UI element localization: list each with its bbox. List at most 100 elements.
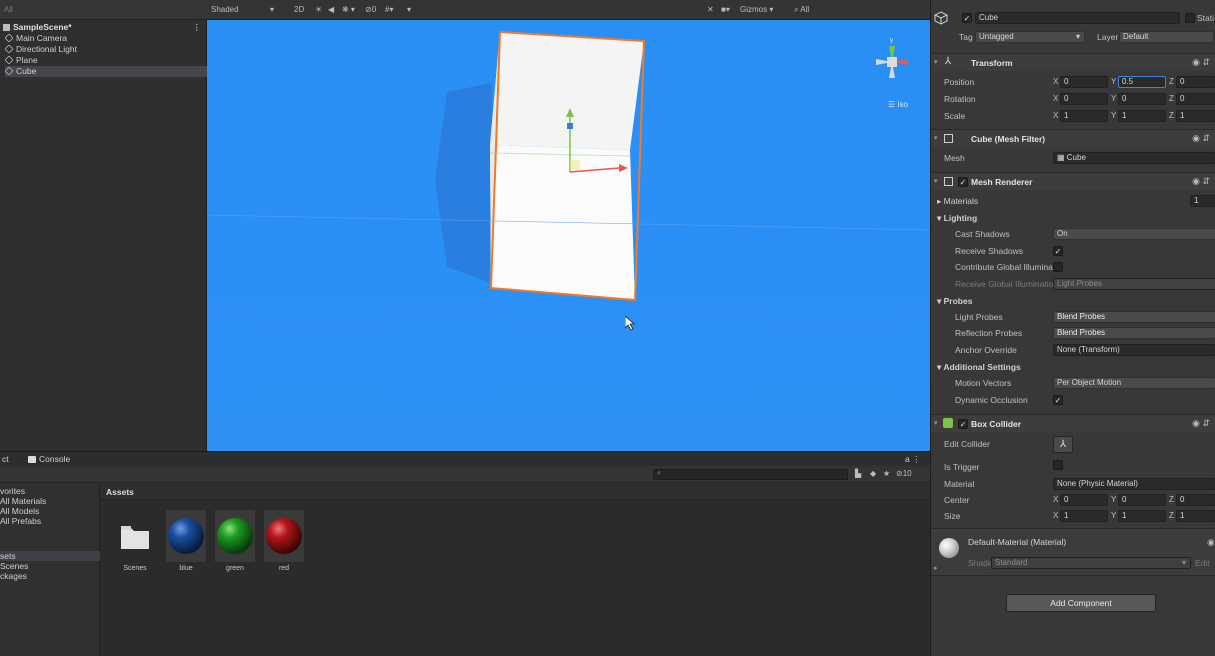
component-menu-icon[interactable]: ◉ ⇵	[1192, 176, 1210, 187]
asset-material-green[interactable]: green	[215, 510, 255, 572]
tab-console[interactable]: Console	[28, 454, 70, 464]
collider-material-field[interactable]: None (Physic Material)	[1053, 478, 1215, 490]
material-settings-icon[interactable]: ◉	[1207, 537, 1215, 548]
hierarchy-item-main-camera[interactable]: Main Camera	[4, 33, 207, 44]
object-name-field[interactable]: Cube	[975, 12, 1180, 24]
size-x-field[interactable]: 1	[1060, 510, 1108, 522]
shader-dropdown[interactable]: Standard ▾	[991, 557, 1191, 569]
lighting-toggle-icon[interactable]: ☀	[315, 5, 322, 14]
asset-material-blue[interactable]: blue	[166, 510, 206, 572]
scene-root[interactable]: SampleScene* ⋮	[3, 22, 207, 33]
hierarchy-item-directional-light[interactable]: Directional Light	[4, 44, 207, 55]
foldout-arrow-icon[interactable]: ▾	[934, 177, 938, 185]
chevron-down-icon[interactable]: ▾	[407, 5, 411, 14]
mesh-filter-header[interactable]: ▾ Cube (Mesh Filter) ◉ ⇵	[931, 129, 1215, 147]
filter-by-label-icon[interactable]: ◆	[870, 469, 876, 478]
kebab-menu-icon[interactable]: ⋮	[193, 22, 202, 33]
foldout-arrow-icon[interactable]: ▸	[934, 564, 938, 572]
asset-scenes-folder[interactable]: Scenes	[115, 510, 155, 572]
position-z-field[interactable]: 0	[1176, 76, 1215, 88]
reflection-probes-dropdown[interactable]: Blend Probes	[1053, 327, 1215, 339]
materials-size-field[interactable]: 1	[1190, 195, 1215, 207]
lock-icon[interactable]: a ⋮	[905, 454, 921, 465]
foldout-arrow-icon[interactable]: ▾	[934, 134, 938, 142]
layer-dropdown[interactable]: Default	[1119, 31, 1214, 43]
foldout-arrow-icon[interactable]: ▾	[934, 419, 938, 427]
center-x-field[interactable]: 0	[1060, 494, 1108, 506]
gizmos-dropdown[interactable]: Gizmos ▾	[740, 5, 773, 14]
effects-toggle-icon[interactable]: ❋ ▾	[342, 5, 355, 14]
active-checkbox[interactable]: ✓	[962, 13, 972, 23]
mesh-field[interactable]: ▦ Cube	[1053, 152, 1215, 164]
toggle-2d-button[interactable]: 2D	[294, 5, 304, 14]
mesh-renderer-header[interactable]: ▾ ✓ Mesh Renderer ◉ ⇵	[931, 172, 1215, 190]
tree-item-packages[interactable]: ckages	[0, 571, 100, 581]
asset-material-red[interactable]: red	[264, 510, 304, 572]
hierarchy-search[interactable]: All	[0, 0, 207, 20]
contribute-gi-checkbox[interactable]	[1053, 262, 1063, 272]
transform-header[interactable]: ▾ ⅄ Transform ◉ ⇵	[931, 53, 1215, 71]
component-menu-icon[interactable]: ◉ ⇵	[1192, 418, 1210, 429]
receive-shadows-checkbox[interactable]: ✓	[1053, 246, 1063, 256]
dynamic-occlusion-checkbox[interactable]: ✓	[1053, 395, 1063, 405]
tree-item-all-materials[interactable]: All Materials	[0, 496, 100, 506]
box-collider-enabled-checkbox[interactable]: ✓	[958, 419, 968, 429]
probes-foldout[interactable]: ▾ Probes	[937, 296, 972, 307]
light-probes-dropdown[interactable]: Blend Probes	[1053, 311, 1215, 323]
rotation-y-field[interactable]: 0	[1118, 93, 1166, 105]
rotation-z-field[interactable]: 0	[1176, 93, 1215, 105]
scene-canvas[interactable]	[207, 20, 930, 451]
center-y-field[interactable]: 0	[1118, 494, 1166, 506]
center-z-field[interactable]: 0	[1176, 494, 1215, 506]
tree-item-scenes[interactable]: Scenes	[0, 561, 100, 571]
size-y-field[interactable]: 1	[1118, 510, 1166, 522]
gizmo-z-handle[interactable]	[567, 123, 573, 129]
materials-foldout[interactable]: ▸ Materials	[937, 196, 978, 207]
size-z-field[interactable]: 1	[1176, 510, 1215, 522]
scale-z-field[interactable]: 1	[1176, 110, 1215, 122]
anchor-override-field[interactable]: None (Transform)	[1053, 344, 1215, 356]
static-checkbox[interactable]	[1185, 13, 1195, 23]
hidden-objects-icon[interactable]: ⊘0	[365, 5, 376, 14]
scale-y-field[interactable]: 1	[1118, 110, 1166, 122]
audio-toggle-icon[interactable]: ◀	[328, 5, 334, 14]
assets-header-label[interactable]: Assets	[106, 487, 134, 497]
gizmo-plane-handle[interactable]	[570, 160, 580, 170]
scene-search[interactable]: ⌕ All	[794, 5, 809, 15]
tag-dropdown[interactable]: Untagged ▾	[975, 31, 1085, 43]
lighting-foldout[interactable]: ▾ Lighting	[937, 213, 977, 224]
projection-toggle[interactable]: ☰ Iso	[888, 100, 908, 109]
additional-settings-foldout[interactable]: ▾ Additional Settings	[937, 362, 1021, 373]
favorite-star-icon[interactable]: ★	[883, 469, 890, 478]
foldout-arrow-icon[interactable]: ▾	[934, 58, 938, 66]
rotation-x-field[interactable]: 0	[1060, 93, 1108, 105]
filter-by-type-icon[interactable]: ▙	[855, 469, 861, 478]
edit-collider-button[interactable]: ⅄	[1053, 436, 1073, 453]
shader-edit-button[interactable]: Edit	[1195, 558, 1210, 568]
component-menu-icon[interactable]: ◉ ⇵	[1192, 57, 1210, 68]
project-search-input[interactable]: ⌕	[653, 469, 848, 480]
add-component-button[interactable]: Add Component	[1006, 594, 1156, 612]
shading-mode-dropdown[interactable]: Shaded	[211, 5, 239, 14]
tree-item-all-prefabs[interactable]: All Prefabs	[0, 516, 100, 526]
tree-item-all-models[interactable]: All Models	[0, 506, 100, 516]
camera-settings-icon[interactable]: ■▾	[721, 5, 730, 14]
motion-vectors-dropdown[interactable]: Per Object Motion	[1053, 377, 1215, 389]
hidden-packages-icon[interactable]: ⊘10	[896, 469, 912, 478]
tree-item-assets[interactable]: sets	[0, 551, 100, 561]
hierarchy-item-plane[interactable]: Plane	[4, 55, 207, 66]
tools-icon[interactable]: ✕	[707, 5, 714, 14]
position-y-field[interactable]: 0.5	[1118, 76, 1166, 88]
orientation-gizmo[interactable]: y	[872, 32, 912, 92]
cast-shadows-dropdown[interactable]: On	[1053, 228, 1215, 240]
component-menu-icon[interactable]: ◉ ⇵	[1192, 133, 1210, 144]
scale-x-field[interactable]: 1	[1060, 110, 1108, 122]
chevron-down-icon[interactable]: ▾	[270, 5, 274, 14]
is-trigger-checkbox[interactable]	[1053, 460, 1063, 470]
grid-toggle-icon[interactable]: #▾	[385, 5, 393, 14]
mesh-renderer-enabled-checkbox[interactable]: ✓	[958, 177, 968, 187]
position-x-field[interactable]: 0	[1060, 76, 1108, 88]
box-collider-header[interactable]: ▾ ✓ Box Collider ◉ ⇵	[931, 414, 1215, 432]
tab-project[interactable]: ct	[2, 454, 9, 464]
tree-item-favorites[interactable]: vorites	[0, 486, 100, 496]
